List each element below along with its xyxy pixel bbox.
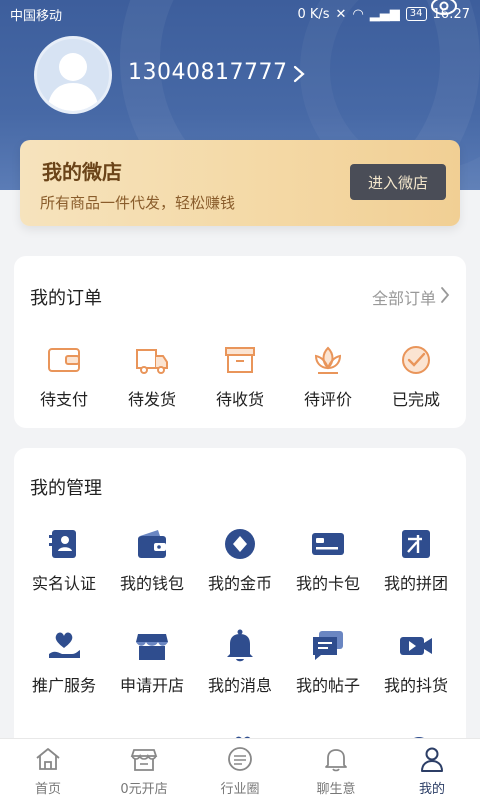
nav-free-store[interactable]: 0元开店 (96, 739, 192, 800)
store-icon (136, 634, 168, 660)
manage-my-messages[interactable]: 我的消息 (196, 628, 284, 696)
manage-my-wallet[interactable]: 我的钱包 (108, 526, 196, 594)
manage-item-label: 推广服务 (31, 676, 96, 695)
order-status-label: 待收货 (215, 390, 264, 409)
truck-icon (136, 349, 168, 374)
store-title: 我的微店 (42, 160, 122, 184)
wallet-icon (138, 530, 166, 558)
manage-apply-store[interactable]: 申请开店 (108, 628, 196, 696)
order-completed[interactable]: 已完成 (372, 342, 460, 410)
avatar[interactable] (34, 36, 112, 114)
bell-icon (227, 629, 253, 662)
signal-icon: ▂▄▆ (369, 6, 400, 22)
order-pending-review[interactable]: 待评价 (284, 342, 372, 410)
manage-my-coins[interactable]: 我的金币 (196, 526, 284, 594)
manage-my-group-buy[interactable]: 我的拼团 (372, 526, 460, 594)
user-icon (421, 747, 443, 772)
manage-promotion-service[interactable]: 推广服务 (20, 628, 108, 696)
manage-item-label: 我的卡包 (295, 574, 360, 593)
check-circle-icon (402, 346, 430, 374)
manage-item-label: 我的拼团 (383, 574, 448, 593)
store-subtitle: 所有商品一件代发，轻松赚钱 (40, 194, 236, 212)
bottom-nav: 首页 0元开店 行业圈 聊生意 我的 (0, 738, 480, 800)
nav-label: 行业圈 (220, 782, 260, 797)
nav-label: 0元开店 (120, 782, 168, 797)
battery-level: 34 (405, 7, 427, 21)
circle-chat-icon (228, 747, 252, 771)
manage-my-cards[interactable]: 我的卡包 (284, 526, 372, 594)
manage-item-label: 我的金币 (207, 574, 272, 593)
orders-title: 我的订单 (30, 288, 102, 309)
default-avatar-icon (47, 53, 99, 111)
all-orders-link[interactable]: 全部订单 (372, 285, 436, 309)
micro-store-card: 我的微店 所有商品一件代发，轻松赚钱 进入微店 (20, 140, 460, 226)
nav-home[interactable]: 首页 (0, 739, 96, 800)
video-icon (400, 637, 432, 655)
network-speed: 0 K/s (297, 6, 330, 22)
management-title: 我的管理 (30, 478, 102, 499)
wallet-icon (48, 348, 80, 372)
wifi-icon: ◠ (352, 6, 364, 22)
nav-label: 我的 (418, 782, 445, 797)
manage-item-label: 我的抖货 (383, 676, 448, 695)
nav-talk-business[interactable]: 聊生意 (288, 739, 384, 800)
order-status-label: 待支付 (39, 390, 88, 409)
shop-icon (130, 749, 158, 771)
box-icon (225, 347, 255, 373)
lotus-icon (314, 346, 342, 374)
manage-item-label: 我的消息 (207, 676, 272, 695)
manage-my-posts[interactable]: 我的帖子 (284, 628, 372, 696)
nav-label: 聊生意 (316, 782, 356, 797)
home-icon (36, 748, 60, 770)
manage-real-name-auth[interactable]: 实名认证 (20, 526, 108, 594)
manage-item-label: 我的钱包 (119, 574, 184, 593)
management-card: 我的管理 实名认证 我的钱包 我的金币 我的卡包 我的拼团 推广服务 申请开店 … (14, 448, 466, 758)
nav-mine[interactable]: 我的 (384, 739, 480, 800)
card-icon (312, 533, 344, 555)
chevron-right-icon[interactable] (440, 286, 450, 304)
manage-item-label: 申请开店 (119, 676, 184, 695)
nav-label: 首页 (34, 782, 61, 797)
mute-icon: ✕ (335, 6, 347, 22)
nav-industry-circle[interactable]: 行业圈 (192, 739, 288, 800)
manage-item-label: 实名认证 (31, 574, 96, 593)
order-pending-payment[interactable]: 待支付 (20, 342, 108, 410)
group-icon (402, 530, 430, 558)
order-status-label: 待发货 (127, 390, 176, 409)
enter-store-button[interactable]: 进入微店 (350, 164, 446, 200)
order-pending-shipment[interactable]: 待发货 (108, 342, 196, 410)
orders-card: 我的订单 全部订单 待支付 待发货 待收货 待评价 已完成 (14, 256, 466, 428)
status-bar: 中国移动 0 K/s ✕ ◠ ▂▄▆ 34 16:27 (0, 0, 480, 28)
carrier: 中国移动 (10, 8, 63, 24)
manage-my-douyin-goods[interactable]: 我的抖货 (372, 628, 460, 696)
coin-icon (225, 529, 255, 559)
chat-icon (313, 631, 343, 660)
order-status-label: 已完成 (391, 390, 440, 409)
bell-icon (325, 749, 347, 772)
heart-hand-icon (49, 632, 80, 658)
manage-item-label: 我的帖子 (295, 676, 360, 695)
eye-icon[interactable] (430, 0, 458, 18)
order-pending-receipt[interactable]: 待收货 (196, 342, 284, 410)
order-status-label: 待评价 (303, 390, 352, 409)
chevron-right-icon[interactable] (292, 64, 306, 84)
phone-number[interactable]: 13040817777 (128, 60, 287, 85)
id-card-icon (49, 530, 76, 558)
